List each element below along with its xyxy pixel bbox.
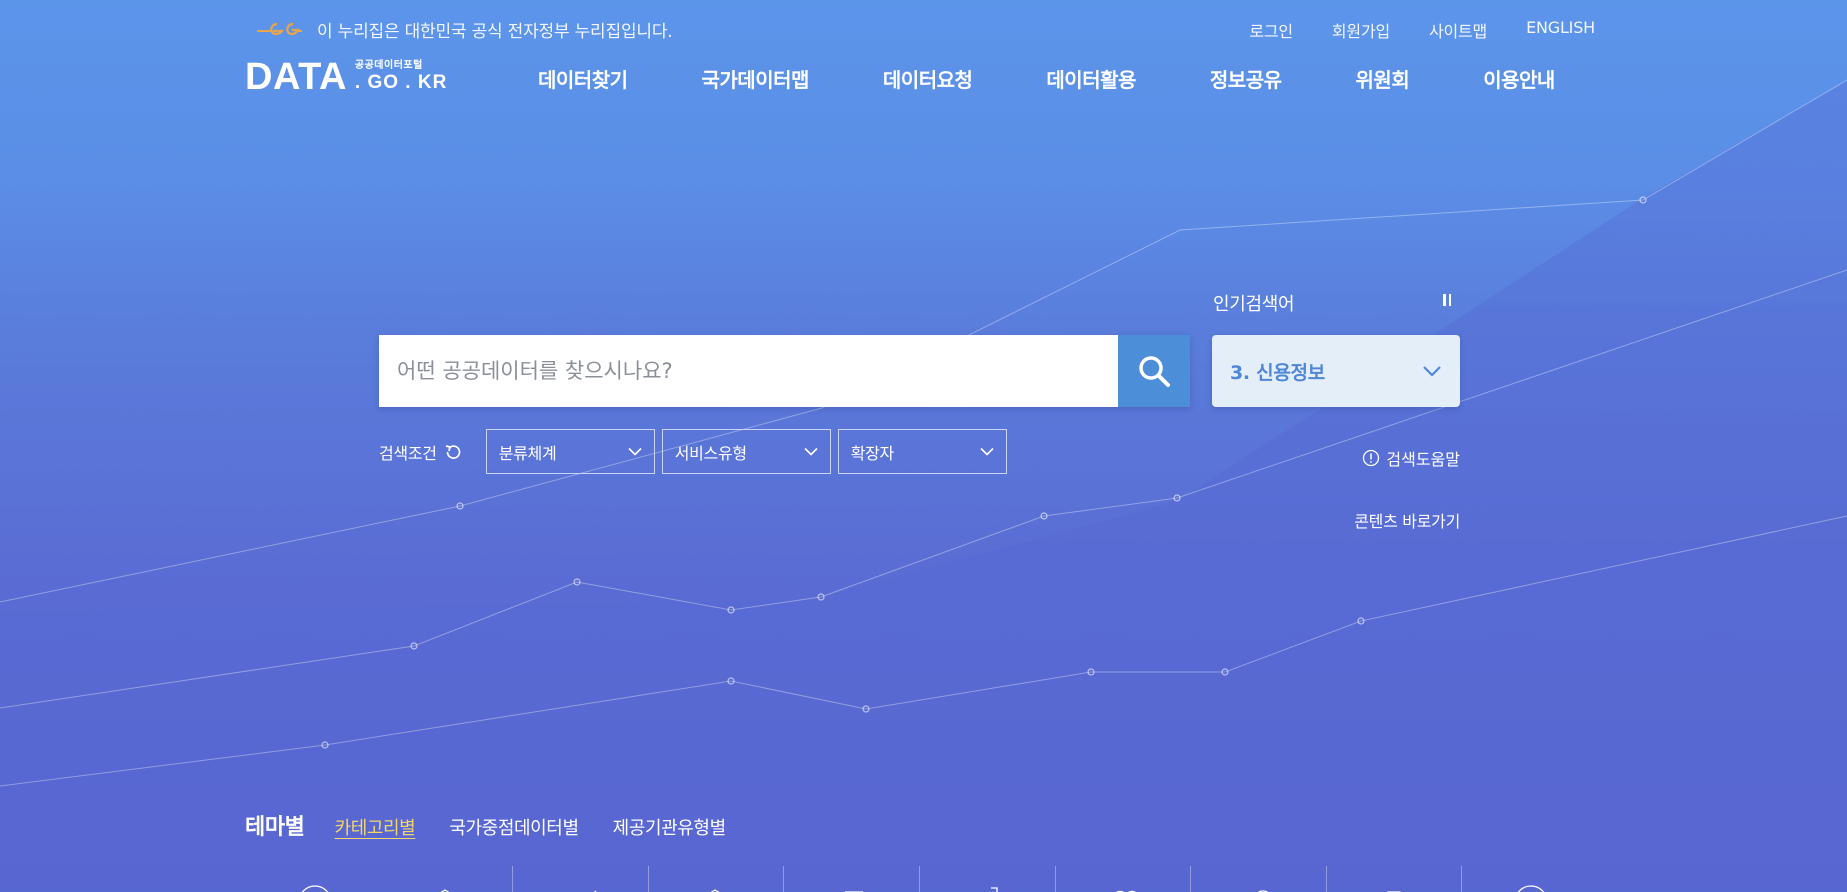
tab-category[interactable]: 카테고리별 — [335, 814, 416, 840]
popular-keywords-dropdown[interactable]: 3. 신용정보 — [1212, 335, 1460, 407]
category-icon[interactable] — [842, 884, 866, 892]
search-input[interactable] — [379, 335, 1118, 407]
chevron-down-icon — [628, 447, 642, 456]
logo-side: 공공데이터포털 . GO . KR — [355, 60, 447, 94]
category-icon[interactable] — [1111, 884, 1141, 892]
divider — [919, 866, 920, 892]
info-icon — [1363, 449, 1380, 467]
nav-info-share[interactable]: 정보공유 — [1210, 64, 1282, 93]
select-service-type[interactable]: 서비스유형 — [661, 429, 831, 474]
eg-gov-emblem-icon — [257, 22, 302, 36]
select-classification[interactable]: 분류체계 — [485, 429, 655, 474]
tab-provider-type[interactable]: 제공기관유형별 — [613, 814, 727, 840]
nav-data-request[interactable]: 데이터요청 — [883, 64, 973, 93]
gov-notice-text: 이 누리집은 대한민국 공식 전자정부 누리집입니다. — [317, 21, 673, 42]
divider — [512, 866, 513, 892]
signup-link[interactable]: 회원가입 — [1332, 18, 1390, 42]
site-logo[interactable]: DATA 공공데이터포털 . GO . KR — [245, 58, 447, 98]
chevron-down-icon — [1423, 366, 1441, 377]
select-extension-label: 확장자 — [850, 443, 895, 463]
search-filters: 검색조건 분류체계 서비스유형 확장자 — [379, 429, 1014, 474]
category-icon[interactable] — [430, 884, 460, 892]
logo-data-text: DATA — [245, 56, 347, 98]
nav-guide[interactable]: 이용안내 — [1483, 64, 1555, 93]
sitemap-link[interactable]: 사이트맵 — [1429, 18, 1487, 42]
nav-data-use[interactable]: 데이터활용 — [1046, 64, 1136, 93]
nav-find-data[interactable]: 데이터찾기 — [538, 64, 628, 93]
category-icon[interactable] — [700, 884, 730, 892]
search-help-label: 검색도움말 — [1386, 450, 1460, 469]
search-button[interactable] — [1118, 335, 1190, 407]
tab-national-key-data[interactable]: 국가중점데이터별 — [449, 814, 579, 840]
popular-keywords-title: 인기검색어 — [1213, 294, 1295, 315]
chevron-down-icon — [804, 447, 818, 456]
english-link[interactable]: ENGLISH — [1526, 18, 1595, 42]
select-classification-label: 분류체계 — [498, 443, 557, 463]
logo-subtitle: 공공데이터포털 — [354, 60, 423, 71]
divider — [783, 866, 784, 892]
select-service-type-label: 서비스유형 — [674, 443, 747, 463]
popular-keyword-current: 3. 신용정보 — [1230, 361, 1325, 384]
divider — [648, 866, 649, 892]
utility-nav: 로그인 회원가입 사이트맵 ENGLISH — [1249, 18, 1595, 42]
nav-national-data-map[interactable]: 국가데이터맵 — [702, 64, 810, 93]
category-icon[interactable] — [1511, 884, 1551, 892]
search-icon — [1139, 356, 1170, 387]
search-bar — [379, 335, 1190, 407]
main-nav: 데이터찾기 국가데이터맵 데이터요청 데이터활용 정보공유 위원회 이용안내 — [538, 64, 1555, 93]
divider — [1055, 866, 1056, 892]
category-icon[interactable] — [565, 884, 599, 892]
login-link[interactable]: 로그인 — [1249, 18, 1293, 42]
chevron-down-icon — [980, 447, 994, 456]
theme-tabs: 테마별 카테고리별 국가중점데이터별 제공기관유형별 — [245, 809, 760, 841]
filter-label: 검색조건 — [379, 443, 437, 463]
search-help-link[interactable]: 검색도움말 — [1362, 446, 1460, 470]
category-icon[interactable] — [1372, 884, 1416, 892]
contents-shortcut-link[interactable]: 콘텐츠 바로가기 — [1354, 508, 1460, 532]
theme-tabs-title: 테마별 — [245, 815, 305, 840]
nav-committee[interactable]: 위원회 — [1356, 64, 1410, 93]
pause-icon[interactable] — [1443, 294, 1453, 307]
divider — [1461, 866, 1462, 892]
divider — [1326, 866, 1327, 892]
category-icon[interactable] — [295, 884, 335, 892]
divider — [1190, 866, 1191, 892]
category-icon-strip — [245, 866, 1595, 892]
gov-notice: 이 누리집은 대한민국 공식 전자정부 누리집입니다. — [255, 18, 673, 42]
refresh-icon[interactable] — [443, 442, 463, 462]
category-icon[interactable] — [985, 884, 1009, 892]
category-icon[interactable] — [1248, 884, 1278, 892]
logo-domain: . GO . KR — [354, 72, 448, 93]
select-extension[interactable]: 확장자 — [837, 429, 1007, 474]
